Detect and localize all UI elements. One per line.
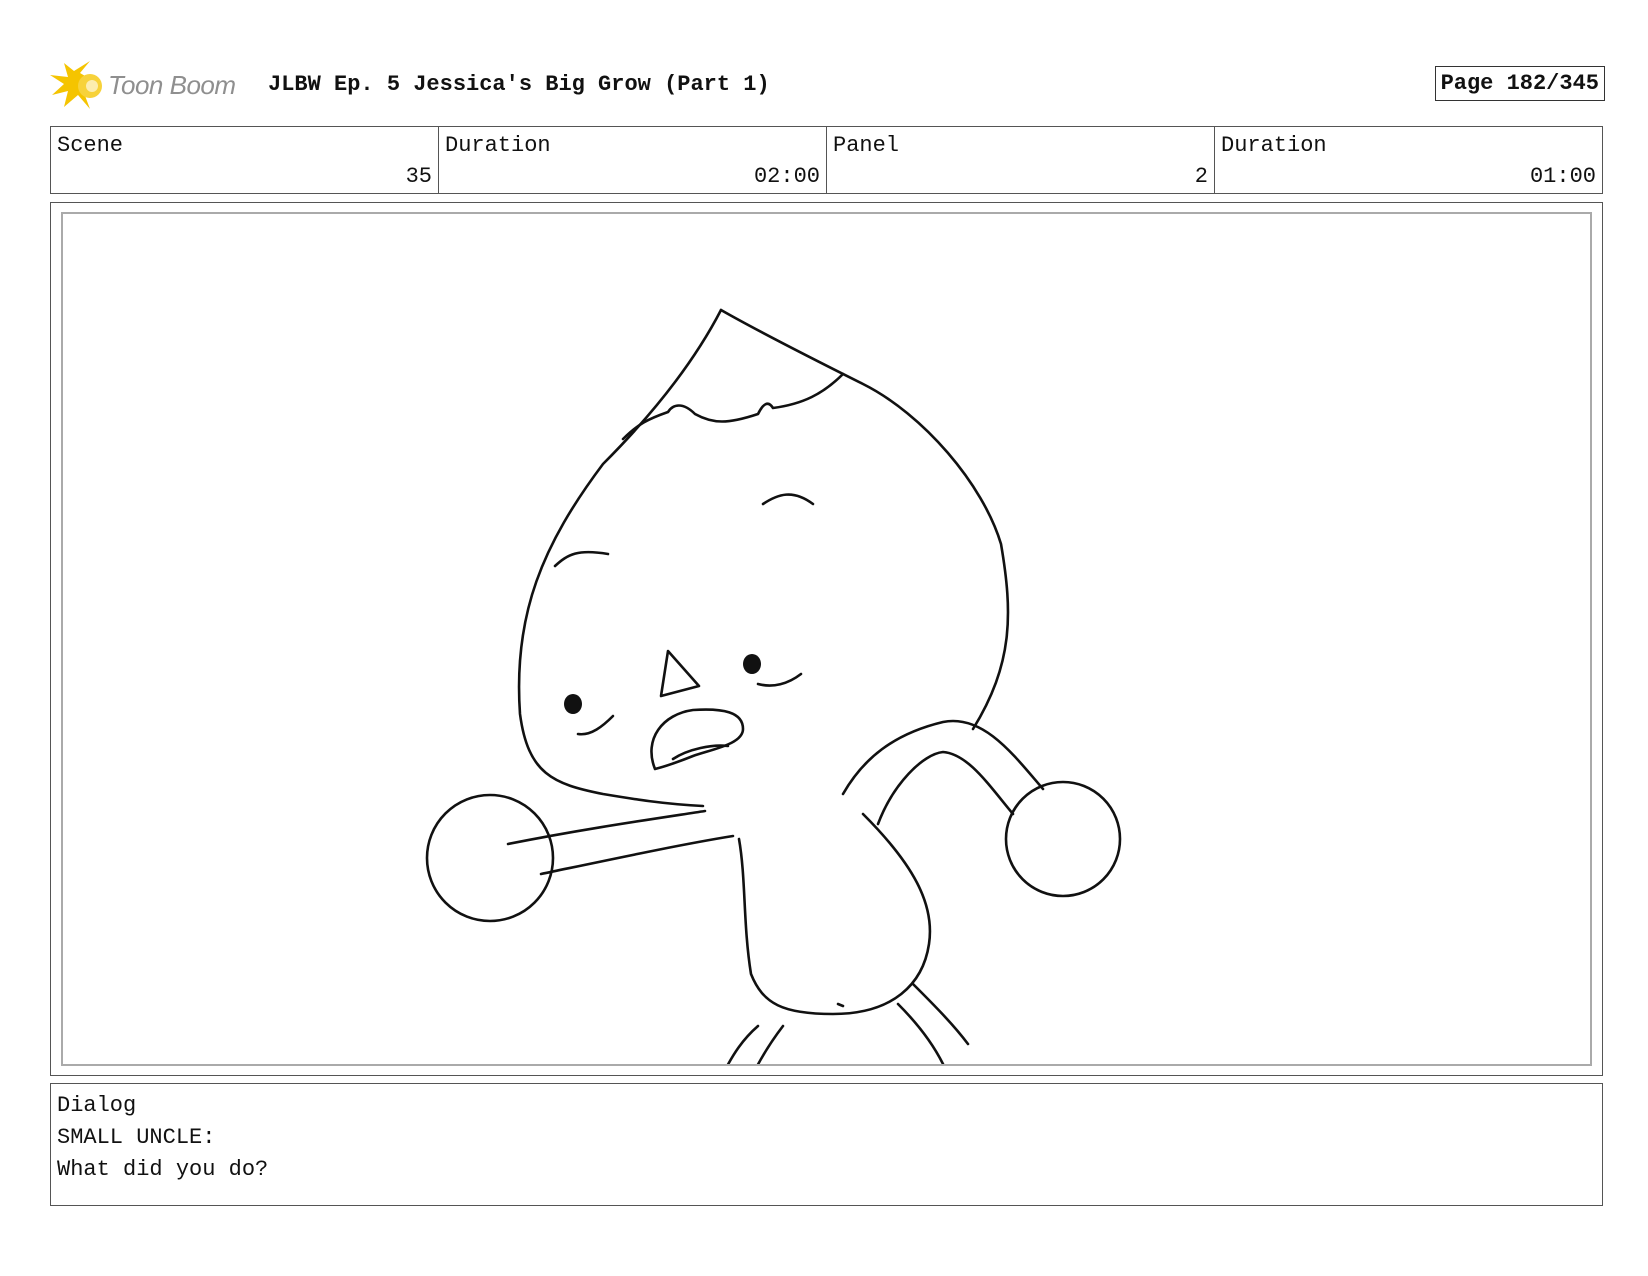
scene-duration-cell: Duration 02:00 (439, 127, 827, 193)
toon-boom-logo: Toon Boom (50, 58, 250, 114)
logo-wordmark: Toon Boom (108, 70, 236, 100)
dialog-speaker: SMALL UNCLE: (57, 1125, 216, 1150)
panel-cell: Panel 2 (827, 127, 1215, 193)
panel-duration-label: Duration (1221, 133, 1327, 158)
scene-duration-label: Duration (445, 133, 551, 158)
page-header: Toon Boom JLBW Ep. 5 Jessica's Big Grow … (50, 58, 1605, 114)
panel-value: 2 (1194, 164, 1208, 189)
document-title: JLBW Ep. 5 Jessica's Big Grow (Part 1) (268, 72, 770, 97)
character-sketch (425, 308, 1122, 1064)
dialog-label: Dialog (57, 1093, 137, 1118)
panel-drawing-area (61, 212, 1592, 1066)
scene-value: 35 (405, 164, 432, 189)
toon-boom-starburst-icon (50, 61, 102, 109)
dialog-box: Dialog SMALL UNCLE: What did you do? (50, 1083, 1603, 1206)
panel-info-row: Scene 35 Duration 02:00 Panel 2 Duration… (50, 126, 1603, 194)
scene-duration-value: 02:00 (753, 164, 820, 189)
scene-cell: Scene 35 (51, 127, 439, 193)
panel-duration-cell: Duration 01:00 (1215, 127, 1602, 193)
storyboard-panel (50, 202, 1603, 1076)
panel-duration-value: 01:00 (1529, 164, 1596, 189)
panel-label: Panel (833, 133, 900, 158)
page-number: Page 182/345 (1434, 66, 1605, 101)
dialog-line: What did you do? (57, 1157, 269, 1182)
scene-label: Scene (57, 133, 124, 158)
